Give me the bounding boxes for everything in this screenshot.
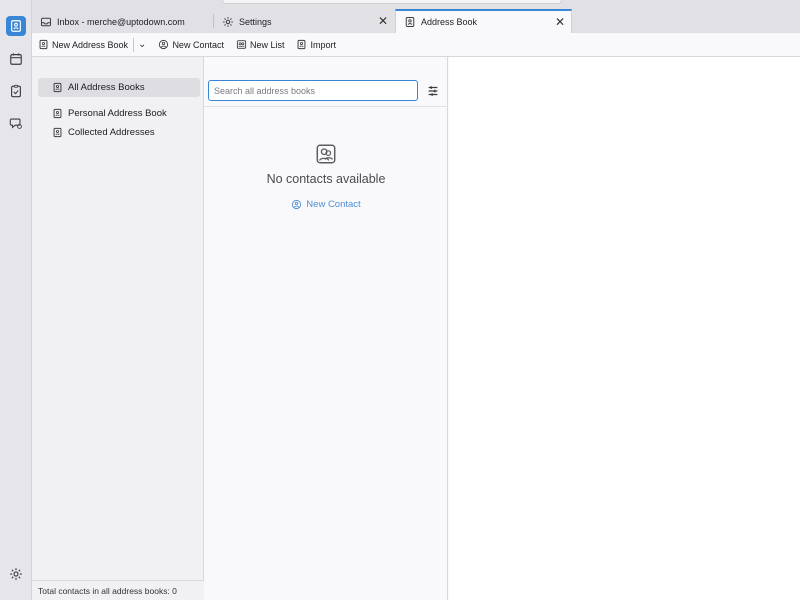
new-address-book-button[interactable]: New Address Book [38, 39, 128, 50]
address-book-toolbar: New Address Book ⌄ New Contact New List … [32, 33, 800, 57]
search-input[interactable] [208, 80, 418, 101]
chat-icon [9, 118, 22, 129]
new-address-book-split-button: New Address Book ⌄ [38, 37, 146, 52]
new-contact-link[interactable]: New Contact [291, 199, 361, 210]
book-label: Collected Addresses [68, 127, 155, 138]
sort-options-icon [428, 86, 438, 96]
tab-settings[interactable]: Settings ✕ [214, 10, 394, 33]
contact-icon [292, 199, 302, 210]
address-book-list: All Address Books Personal Address Book … [32, 57, 204, 600]
contact-details-pane [449, 57, 800, 600]
new-contact-link-label: New Contact [306, 199, 361, 210]
address-book-icon [53, 82, 62, 93]
tab-bar: Inbox - merche@uptodown.com Settings ✕ A… [32, 0, 800, 33]
chevron-down-icon[interactable]: ⌄ [138, 39, 146, 50]
new-list-label: New List [249, 39, 285, 50]
total-contacts-status: Total contacts in all address books: 0 [32, 580, 204, 600]
import-label: Import [310, 39, 336, 50]
window-drag-strip [222, 0, 562, 4]
book-item-collected-addresses[interactable]: Collected Addresses [38, 123, 200, 142]
sort-options-button[interactable] [426, 84, 440, 98]
tab-label: Settings [239, 16, 272, 27]
close-icon[interactable]: ✕ [378, 14, 388, 28]
chat-space-button[interactable] [6, 113, 26, 133]
tab-address-book[interactable]: Address Book ✕ [395, 9, 572, 33]
contact-list-pane: No contacts available New Contact [204, 57, 448, 600]
calendar-space-button[interactable] [6, 49, 26, 69]
import-icon [298, 39, 306, 50]
book-label: All Address Books [68, 82, 145, 93]
address-book-space-button[interactable] [6, 16, 26, 36]
tab-inbox[interactable]: Inbox - merche@uptodown.com [32, 10, 212, 33]
gear-icon [222, 16, 234, 28]
address-book-icon [53, 108, 62, 119]
book-label: Personal Address Book [68, 108, 167, 119]
new-contact-label: New Contact [172, 39, 224, 50]
empty-title: No contacts available [266, 172, 386, 186]
tab-label: Inbox - merche@uptodown.com [57, 16, 185, 27]
close-icon[interactable]: ✕ [555, 15, 565, 29]
empty-state: No contacts available New Contact [204, 143, 448, 213]
contact-list-header [204, 57, 448, 107]
tasks-space-button[interactable] [6, 81, 26, 101]
tasks-icon [11, 84, 21, 98]
spaces-toolbar [0, 0, 32, 600]
book-item-personal-address-book[interactable]: Personal Address Book [38, 104, 200, 123]
book-item-all-address-books[interactable]: All Address Books [38, 78, 200, 97]
address-book-icon [11, 20, 21, 32]
address-book-icon [53, 127, 62, 138]
new-address-book-label: New Address Book [52, 39, 129, 50]
new-contact-button[interactable]: New Contact [158, 39, 224, 50]
tab-label: Address Book [421, 17, 478, 27]
gear-icon [10, 568, 22, 580]
settings-space-button[interactable] [9, 567, 23, 581]
contact-icon [159, 39, 169, 50]
new-list-button[interactable]: New List [236, 39, 285, 50]
address-book-icon [404, 16, 416, 28]
contact-placeholder-icon [315, 143, 337, 165]
inbox-icon [40, 16, 52, 28]
split-divider [133, 37, 135, 52]
list-icon [236, 40, 247, 49]
address-book-icon [39, 39, 48, 50]
calendar-icon [10, 53, 22, 65]
import-button[interactable]: Import [296, 39, 336, 50]
